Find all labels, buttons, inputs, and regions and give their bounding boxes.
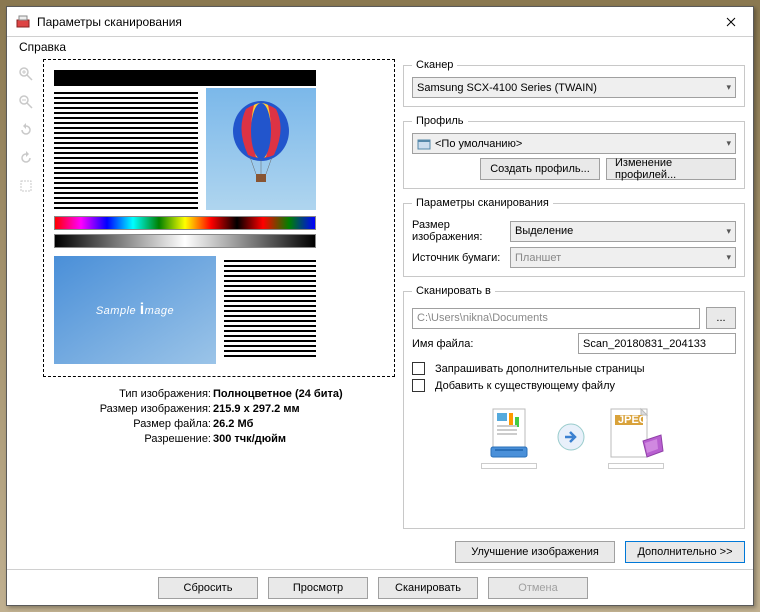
append-file-checkbox[interactable] bbox=[412, 379, 425, 392]
paper-source-label: Источник бумаги: bbox=[412, 252, 504, 264]
append-file-label: Добавить к существующему файлу bbox=[435, 380, 615, 392]
info-type-label: Тип изображения: bbox=[63, 387, 213, 402]
scan-to-legend: Сканировать в bbox=[412, 285, 495, 297]
zoom-in-icon[interactable] bbox=[15, 63, 37, 85]
tool-column bbox=[15, 59, 43, 565]
advanced-row: Улучшение изображения Дополнительно >> bbox=[403, 537, 745, 565]
crop-icon[interactable] bbox=[15, 175, 37, 197]
dialog-window: Параметры сканирования Справка bbox=[6, 6, 754, 606]
chevron-down-icon: ▾ bbox=[726, 252, 731, 263]
scan-to-group: Сканировать в C:\Users\nikna\Documents .… bbox=[403, 285, 745, 529]
menu-bar: Справка bbox=[7, 37, 753, 57]
preview-area[interactable]: Sample image bbox=[43, 59, 395, 377]
info-filesize-value: 26.2 Мб bbox=[213, 417, 253, 432]
chevron-down-icon: ▾ bbox=[726, 82, 731, 93]
left-pane: Sample image Тип изображения:Полноцветно… bbox=[15, 59, 395, 565]
menu-help[interactable]: Справка bbox=[13, 38, 72, 56]
paper-source-select: Планшет ▾ bbox=[510, 247, 736, 268]
profile-select[interactable]: <По умолчанию> ▾ bbox=[412, 133, 736, 154]
info-size-value: 215.9 x 297.2 мм bbox=[213, 402, 300, 417]
edit-profile-button[interactable]: Изменение профилей... bbox=[606, 158, 736, 180]
preview-column: Sample image Тип изображения:Полноцветно… bbox=[43, 59, 395, 565]
enhance-button[interactable]: Улучшение изображения bbox=[455, 541, 615, 563]
svg-text:JPEG: JPEG bbox=[618, 414, 647, 426]
scan-path-field: C:\Users\nikna\Documents bbox=[412, 308, 700, 329]
rotate-right-icon[interactable] bbox=[15, 147, 37, 169]
process-diagram: JPEG bbox=[412, 392, 736, 482]
zoom-out-icon[interactable] bbox=[15, 91, 37, 113]
info-filesize-label: Размер файла: bbox=[63, 417, 213, 432]
scanner-legend: Сканер bbox=[412, 59, 457, 71]
browse-button[interactable]: ... bbox=[706, 307, 736, 329]
arrow-right-icon bbox=[557, 423, 585, 451]
image-size-label: Размер изображения: bbox=[412, 219, 504, 243]
scan-params-group: Параметры сканирования Размер изображени… bbox=[403, 197, 745, 277]
preview-image: Sample image bbox=[48, 64, 390, 372]
image-size-select[interactable]: Выделение ▾ bbox=[510, 221, 736, 242]
advanced-button[interactable]: Дополнительно >> bbox=[625, 541, 745, 563]
ask-pages-label: Запрашивать дополнительные страницы bbox=[435, 363, 645, 375]
right-pane: Сканер Samsung SCX-4100 Series (TWAIN) ▾… bbox=[403, 59, 745, 565]
cancel-button: Отмена bbox=[488, 577, 588, 599]
filename-label: Имя файла: bbox=[412, 338, 572, 350]
image-info: Тип изображения:Полноцветное (24 бита) Р… bbox=[43, 387, 395, 447]
ask-pages-checkbox[interactable] bbox=[412, 362, 425, 375]
scanner-group: Сканер Samsung SCX-4100 Series (TWAIN) ▾ bbox=[403, 59, 745, 107]
scan-button[interactable]: Сканировать bbox=[378, 577, 478, 599]
sample-image-text: Sample image bbox=[96, 301, 174, 319]
reset-button[interactable]: Сбросить bbox=[158, 577, 258, 599]
info-size-label: Размер изображения: bbox=[63, 402, 213, 417]
scanner-document-icon bbox=[481, 405, 537, 461]
info-type-value: Полноцветное (24 бита) bbox=[213, 387, 343, 402]
app-icon bbox=[15, 14, 31, 30]
scanner-select[interactable]: Samsung SCX-4100 Series (TWAIN) ▾ bbox=[412, 77, 736, 98]
scan-params-legend: Параметры сканирования bbox=[412, 197, 553, 209]
title-bar: Параметры сканирования bbox=[7, 7, 753, 37]
profile-group: Профиль <По умолчанию> ▾ Создать профиль… bbox=[403, 115, 745, 189]
footer: Сбросить Просмотр Сканировать Отмена bbox=[7, 569, 753, 605]
chevron-down-icon: ▾ bbox=[726, 138, 731, 149]
close-button[interactable] bbox=[708, 7, 753, 36]
info-res-value: 300 тчк/дюйм bbox=[213, 432, 286, 447]
chevron-down-icon: ▾ bbox=[726, 226, 731, 237]
jpeg-file-icon: JPEG bbox=[605, 405, 667, 461]
info-res-label: Разрешение: bbox=[63, 432, 213, 447]
profile-icon bbox=[417, 137, 431, 151]
filename-input[interactable] bbox=[578, 333, 736, 354]
window-title: Параметры сканирования bbox=[37, 15, 708, 29]
rotate-left-icon[interactable] bbox=[15, 119, 37, 141]
create-profile-button[interactable]: Создать профиль... bbox=[480, 158, 600, 180]
preview-button[interactable]: Просмотр bbox=[268, 577, 368, 599]
content-area: Sample image Тип изображения:Полноцветно… bbox=[7, 57, 753, 569]
profile-legend: Профиль bbox=[412, 115, 468, 127]
